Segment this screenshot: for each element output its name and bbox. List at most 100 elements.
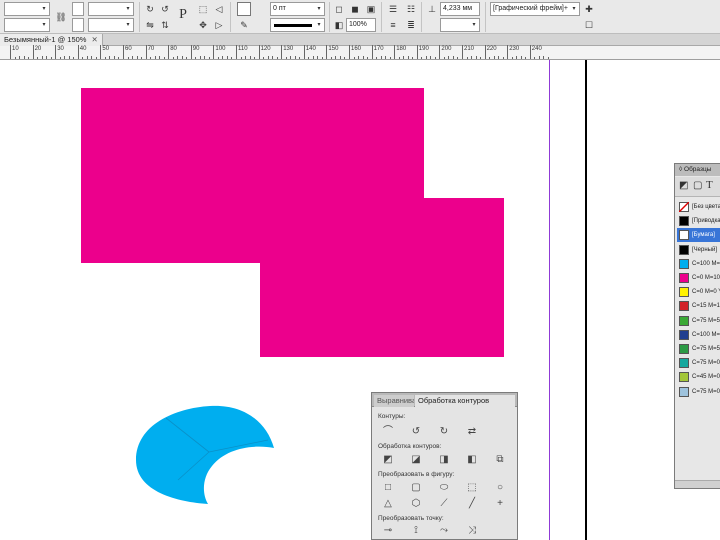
chevron-down-icon[interactable]: ▾	[40, 20, 48, 30]
select-next-icon[interactable]: ▷	[212, 18, 226, 32]
rounded-rectangle-icon[interactable]: ▢	[408, 481, 424, 495]
fx-icon[interactable]: ◻	[332, 2, 346, 16]
chevron-down-icon[interactable]: ▾	[40, 4, 48, 14]
corner-point-icon[interactable]: ⟟	[408, 524, 424, 538]
swatches-title-text: Образцы	[684, 166, 712, 173]
chevron-down-icon[interactable]: ▾	[315, 4, 323, 14]
intersect-shape-icon[interactable]: ◨	[436, 453, 452, 467]
swatches-scrollbar[interactable]	[675, 480, 720, 488]
swatch-row[interactable]: C=75 M=5 Y=100 K=0	[677, 314, 720, 328]
flip-vertical-icon[interactable]: ⇅	[158, 18, 172, 32]
width-field[interactable]: 4,233 мм	[440, 2, 480, 16]
rotate-cw-icon[interactable]: ↻	[143, 2, 157, 16]
ruler-label: 50	[102, 46, 110, 52]
subtract-shape-icon[interactable]: ◪	[408, 453, 424, 467]
swatch-row[interactable]: C=75 M=0 Y=0 K=0	[677, 385, 720, 399]
swatch-row[interactable]: C=0 M=100 Y=0 K=0	[677, 271, 720, 285]
swatch-row[interactable]: [Приводка]	[677, 214, 720, 228]
swatch-row[interactable]: C=0 M=0 Y=100 K=0	[677, 285, 720, 299]
scale-y-field[interactable]: ▾	[88, 18, 134, 32]
drop-shadow-icon[interactable]: ◼	[348, 2, 362, 16]
stroke-weight-field[interactable]: 0 пт ▾	[270, 2, 325, 16]
open-path-icon[interactable]: ↺	[408, 425, 424, 439]
beveled-rectangle-icon[interactable]: ⬭	[436, 481, 452, 495]
tab-align-label: Выравнивание	[377, 396, 414, 405]
object-style-select[interactable]: [Графический фрейм]+ ▾	[490, 2, 580, 16]
y-field[interactable]: ▾	[4, 18, 50, 32]
tab-align[interactable]: Выравнивание	[374, 395, 414, 407]
select-container-icon[interactable]: ⬚	[196, 2, 210, 16]
exclude-overlap-icon[interactable]: ◧	[464, 453, 480, 467]
symmetrical-point-icon[interactable]: ⤨	[464, 524, 480, 538]
swatch-row[interactable]: C=100 M=0 Y=0 K=0	[677, 257, 720, 271]
close-path-icon[interactable]: ↻	[436, 425, 452, 439]
swatch-row[interactable]: C=75 M=0 Y=30 K=0	[677, 356, 720, 370]
chevron-down-icon[interactable]: ▾	[470, 20, 478, 30]
select-previous-icon[interactable]: ◁	[212, 2, 226, 16]
plain-point-icon[interactable]: ⊸	[380, 524, 396, 538]
cyan-shape[interactable]	[130, 400, 280, 510]
effects-icon[interactable]: ▣	[364, 2, 378, 16]
join-path-icon[interactable]: ⌒	[380, 425, 396, 439]
stroke-swatch-icon[interactable]: ✎	[237, 18, 251, 32]
close-icon[interactable]: ✕	[91, 35, 97, 44]
chevron-down-icon[interactable]: ▾	[315, 20, 323, 30]
smooth-point-icon[interactable]: ⤳	[436, 524, 452, 538]
reverse-path-icon[interactable]: ⇄	[464, 425, 480, 439]
add-shape-icon[interactable]: ◩	[380, 453, 396, 467]
constrain-proportions-icon[interactable]: ⛓	[54, 10, 68, 24]
paragraph-direction-icon[interactable]: P	[176, 8, 190, 22]
text-icon[interactable]: T	[706, 179, 713, 191]
minus-back-icon[interactable]: ⧉	[492, 453, 508, 467]
chevron-down-icon[interactable]: ▾	[124, 4, 132, 14]
orthogonal-line-icon[interactable]: ╱	[464, 497, 480, 511]
document-tab[interactable]: Безымянный-1 @ 150% ✕	[0, 34, 103, 46]
swatch-row[interactable]: C=75 M=5 Y=100 K=0	[677, 342, 720, 356]
scale-x-field[interactable]: ▾	[88, 2, 134, 16]
opacity-field[interactable]: 100%	[346, 18, 376, 32]
tab-pathfinder[interactable]: Обработка контуров	[415, 395, 515, 407]
x-field[interactable]: ▾	[4, 2, 50, 16]
chevron-down-icon[interactable]: ▾	[124, 20, 132, 30]
rectangle-shape-icon[interactable]: □	[380, 481, 396, 495]
stroke-type-field[interactable]: ▾	[270, 18, 325, 32]
clear-style-icon[interactable]: ☐	[582, 18, 596, 32]
ref-point-field-2[interactable]	[72, 18, 84, 32]
purple-guide[interactable]	[549, 60, 550, 540]
align-text-icon[interactable]: ≡	[386, 18, 400, 32]
polygon-icon[interactable]: ⬡	[408, 497, 424, 511]
text-wrap-icon[interactable]: ☰	[386, 2, 400, 16]
ruler-minor-tick	[59, 57, 61, 59]
ruler-label: 170	[373, 46, 384, 52]
swatch-row[interactable]: C=15 M=100 Y=100 K=0	[677, 299, 720, 313]
swatch-row[interactable]: [Без цвета]	[677, 200, 720, 214]
flip-horizontal-icon[interactable]: ⇋	[143, 18, 157, 32]
select-content-icon[interactable]: ✥	[196, 18, 210, 32]
horizontal-ruler[interactable]: 10 20 30 40 50 60 70 80 90 100 110 120 130 140 150 160 1…	[0, 45, 720, 60]
container-icon[interactable]: ▢	[693, 180, 702, 191]
swatch-row[interactable]: [Черный]	[677, 243, 720, 257]
magenta-rectangle-bottom[interactable]	[260, 263, 504, 357]
text-wrap-around-icon[interactable]: ☷	[404, 2, 418, 16]
plus-icon[interactable]: +	[492, 497, 508, 511]
magenta-rectangle-top[interactable]	[81, 88, 424, 263]
cyan-shape-path[interactable]	[136, 405, 274, 504]
swatch-row[interactable]: C=45 M=0 Y=100 K=0	[677, 370, 720, 384]
inverse-rounded-icon[interactable]: ⬚	[464, 481, 480, 495]
triangle-icon[interactable]: △	[380, 497, 396, 511]
swatch-row[interactable]: C=100 M=90 Y=10 K=0	[677, 328, 720, 342]
ref-point-field[interactable]	[72, 2, 84, 16]
chevron-down-icon[interactable]: ▾	[570, 4, 578, 14]
rotate-ccw-icon[interactable]: ↺	[158, 2, 172, 16]
magenta-rectangle-right[interactable]	[424, 198, 504, 263]
fill-stroke-icon[interactable]: ◩	[679, 180, 688, 191]
swatch-row[interactable]: [Бумага]	[677, 228, 720, 243]
corner-shape-field[interactable]: ▾	[440, 18, 480, 32]
align-right-icon[interactable]: ≣	[404, 18, 418, 32]
ellipse-icon[interactable]: ○	[492, 481, 508, 495]
clear-overrides-icon[interactable]: ✚	[582, 2, 596, 16]
line-icon[interactable]: ⟋	[436, 497, 452, 511]
opacity-icon[interactable]: ◧	[332, 18, 346, 32]
width-icon[interactable]: ⊥	[425, 2, 439, 16]
fill-swatch[interactable]	[237, 2, 251, 16]
